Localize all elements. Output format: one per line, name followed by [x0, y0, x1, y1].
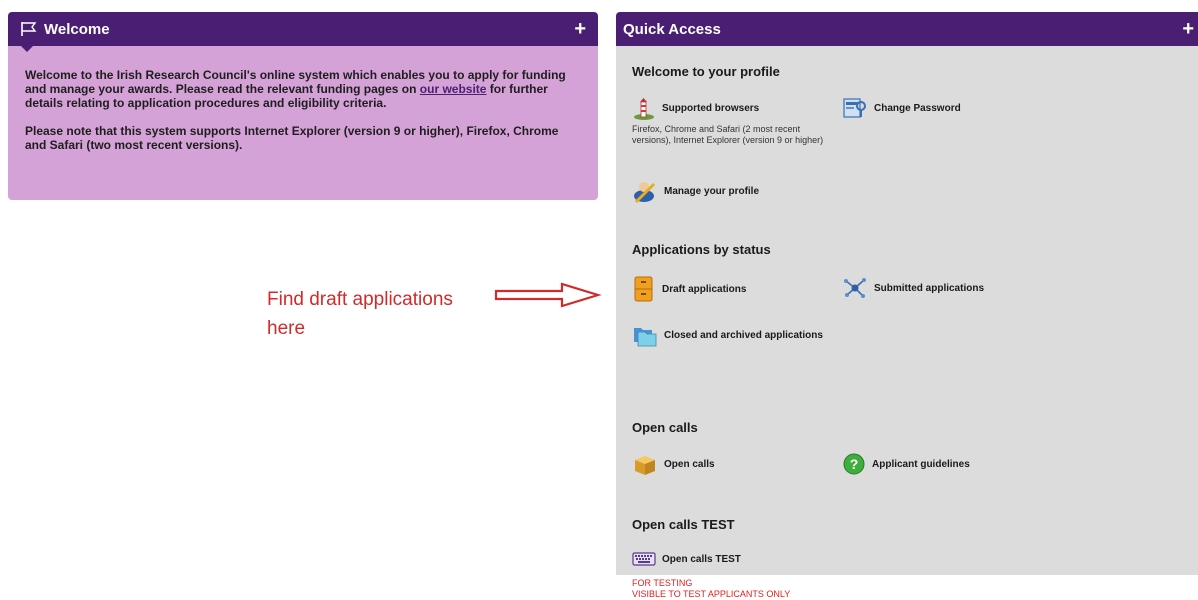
visibility-note: VISIBLE TO TEST APPLICANTS ONLY [632, 589, 791, 599]
quick-access-expand-button[interactable]: + [1182, 19, 1194, 39]
keyboard-icon [632, 552, 656, 566]
open-calls-section-title: Open calls [632, 420, 698, 435]
open-calls-link[interactable]: Open calls [632, 451, 715, 477]
profile-tools-icon [634, 182, 656, 204]
header-notch [21, 46, 33, 52]
welcome-panel: Welcome + Welcome to the Irish Research … [8, 12, 598, 200]
draft-applications-link[interactable]: Draft applications [632, 275, 746, 303]
password-icon [843, 98, 866, 118]
filing-cabinet-icon [634, 276, 653, 302]
svg-text:?: ? [850, 456, 859, 472]
welcome-paragraph-1: Welcome to the Irish Research Council's … [25, 68, 566, 110]
browsers-note: Firefox, Chrome and Safari (2 most recen… [632, 124, 824, 145]
welcome-panel-header: Welcome + [8, 12, 598, 46]
lighthouse-icon [634, 98, 654, 120]
submitted-applications-link[interactable]: Submitted applications [842, 275, 984, 301]
welcome-expand-button[interactable]: + [574, 19, 586, 39]
flag-icon [21, 22, 37, 36]
folders-icon [634, 328, 657, 347]
welcome-title: Welcome [44, 20, 110, 38]
quick-access-header: Quick Access + [616, 12, 1198, 46]
open-calls-test-section-title: Open calls TEST [632, 517, 735, 532]
change-password-link[interactable]: Change Password [842, 96, 961, 120]
help-icon: ? [843, 453, 865, 475]
quick-access-panel: Quick Access + Welcome to your profile S… [616, 12, 1198, 599]
testing-note: FOR TESTING [632, 578, 693, 588]
welcome-paragraph-2: Please note that this system supports In… [25, 124, 559, 152]
quick-access-title: Quick Access [623, 20, 721, 38]
open-calls-test-link[interactable]: Open calls TEST [632, 551, 741, 567]
status-section-title: Applications by status [632, 242, 771, 257]
annotation-text: Find draft applications here [267, 289, 453, 339]
welcome-body: Welcome to the Irish Research Council's … [8, 46, 598, 200]
box-icon [635, 456, 655, 475]
quick-access-body: Welcome to your profile Supported browse… [616, 46, 1198, 599]
our-website-link[interactable]: our website [420, 82, 487, 96]
supported-browsers-link[interactable]: Supported browsers [632, 96, 759, 120]
network-icon [844, 278, 866, 298]
closed-applications-link[interactable]: Closed and archived applications [632, 322, 823, 348]
profile-section-title: Welcome to your profile [632, 64, 780, 79]
manage-profile-link[interactable]: Manage your profile [632, 178, 759, 204]
applicant-guidelines-link[interactable]: ? Applicant guidelines [842, 452, 970, 476]
arrow-right-icon [494, 282, 602, 308]
